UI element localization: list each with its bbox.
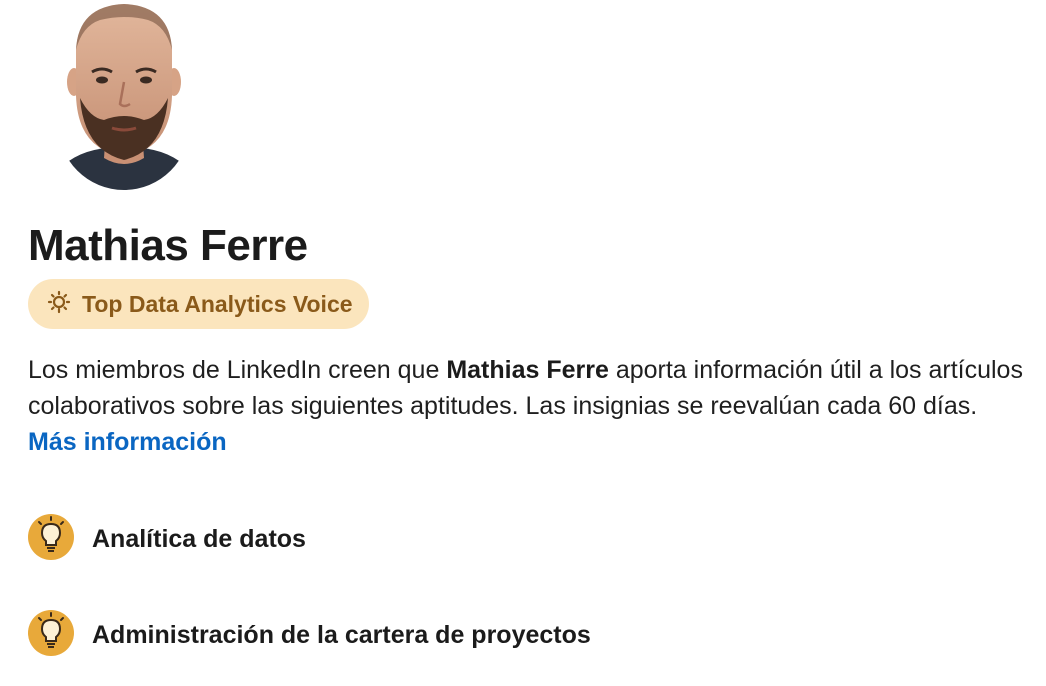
- description-text-1: Los miembros de LinkedIn creen que: [28, 356, 447, 384]
- lightbulb-icon: [28, 514, 74, 565]
- badge-label: Top Data Analytics Voice: [82, 290, 353, 317]
- lightbulb-icon: [28, 610, 74, 661]
- skill-item: Administración de la cartera de proyecto…: [28, 610, 591, 661]
- top-voice-badge[interactable]: Top Data Analytics Voice: [28, 279, 369, 329]
- badge-detail-page: Mathias Ferre Top Data Analytics Voice L…: [0, 0, 1046, 686]
- badge-description: Los miembros de LinkedIn creen que Mathi…: [28, 352, 1028, 460]
- lightbulb-sparkle-icon: [46, 289, 72, 320]
- profile-name: Mathias Ferre: [28, 221, 308, 270]
- skill-label: Analítica de datos: [92, 525, 306, 553]
- skill-label: Administración de la cartera de proyecto…: [92, 621, 591, 649]
- avatar[interactable]: [58, 0, 190, 190]
- more-info-link[interactable]: Más información: [28, 428, 227, 456]
- description-name: Mathias Ferre: [446, 356, 609, 384]
- skill-item: Analítica de datos: [28, 514, 306, 565]
